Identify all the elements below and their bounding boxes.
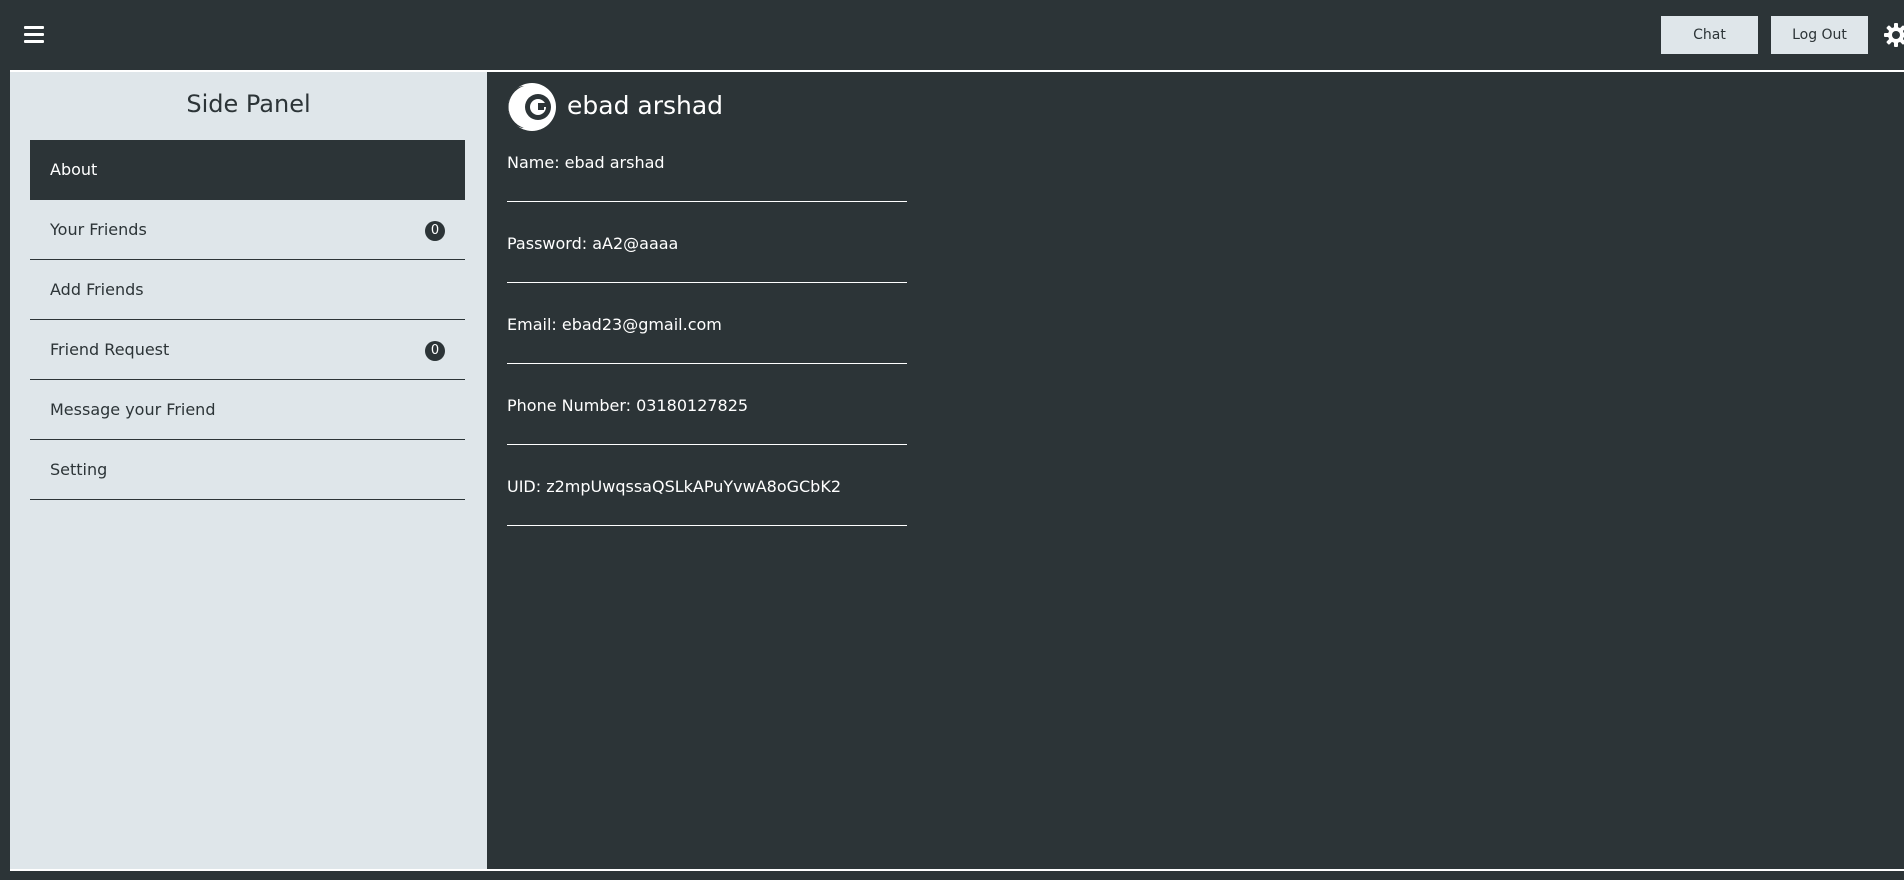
gear-icon[interactable] [1883, 22, 1904, 48]
sidebar-item-label: Message your Friend [50, 400, 216, 419]
field-divider [507, 444, 907, 445]
profile-field-uid: UID: z2mpUwqssaQSLkAPuYvwA8oGCbK2 [507, 476, 907, 557]
hamburger-menu-icon[interactable] [24, 26, 44, 43]
side-panel: Side Panel About Your Friends 0 Add Frie… [10, 72, 487, 869]
friend-request-count-badge: 0 [425, 341, 445, 361]
field-text: Password: aA2@aaaa [507, 234, 679, 253]
profile-fields: Name: ebad arshad Password: aA2@aaaa Ema… [507, 152, 907, 557]
sidebar-item-label: Setting [50, 460, 108, 479]
sidebar-item-about[interactable]: About [30, 140, 465, 200]
chat-button[interactable]: Chat [1661, 16, 1758, 54]
sidebar-item-setting[interactable]: Setting [30, 440, 465, 500]
field-divider [507, 525, 907, 526]
sidebar-item-your-friends[interactable]: Your Friends 0 [30, 200, 465, 260]
profile-field-email: Email: ebad23@gmail.com [507, 314, 907, 395]
field-text: Email: ebad23@gmail.com [507, 315, 722, 334]
field-divider [507, 201, 907, 202]
sidebar-item-label: Your Friends [50, 220, 147, 239]
sidebar-item-label: About [50, 160, 98, 179]
sidebar-item-add-friends[interactable]: Add Friends [30, 260, 465, 320]
footer-divider [10, 869, 1904, 871]
profile-field-name: Name: ebad arshad [507, 152, 907, 233]
field-text: UID: z2mpUwqssaQSLkAPuYvwA8oGCbK2 [507, 477, 841, 496]
top-bar: Chat Log Out [0, 0, 1904, 70]
friends-count-badge: 0 [425, 221, 445, 241]
field-divider [507, 363, 907, 364]
profile-panel: ebad arshad Name: ebad arshad Password: … [487, 72, 1904, 869]
sidebar-item-message-friend[interactable]: Message your Friend [30, 380, 465, 440]
profile-field-password: Password: aA2@aaaa [507, 233, 907, 314]
profile-avatar-icon [507, 82, 557, 132]
side-panel-title: Side Panel [186, 90, 311, 118]
sidebar-item-label: Friend Request [50, 340, 170, 359]
profile-field-phone: Phone Number: 03180127825 [507, 395, 907, 476]
field-text: Phone Number: 03180127825 [507, 396, 749, 415]
field-text: Name: ebad arshad [507, 153, 665, 172]
logout-button[interactable]: Log Out [1771, 16, 1868, 54]
field-divider [507, 282, 907, 283]
sidebar-item-friend-request[interactable]: Friend Request 0 [30, 320, 465, 380]
profile-name: ebad arshad [567, 91, 724, 120]
side-menu: About Your Friends 0 Add Friends Friend … [30, 140, 465, 500]
sidebar-item-label: Add Friends [50, 280, 144, 299]
